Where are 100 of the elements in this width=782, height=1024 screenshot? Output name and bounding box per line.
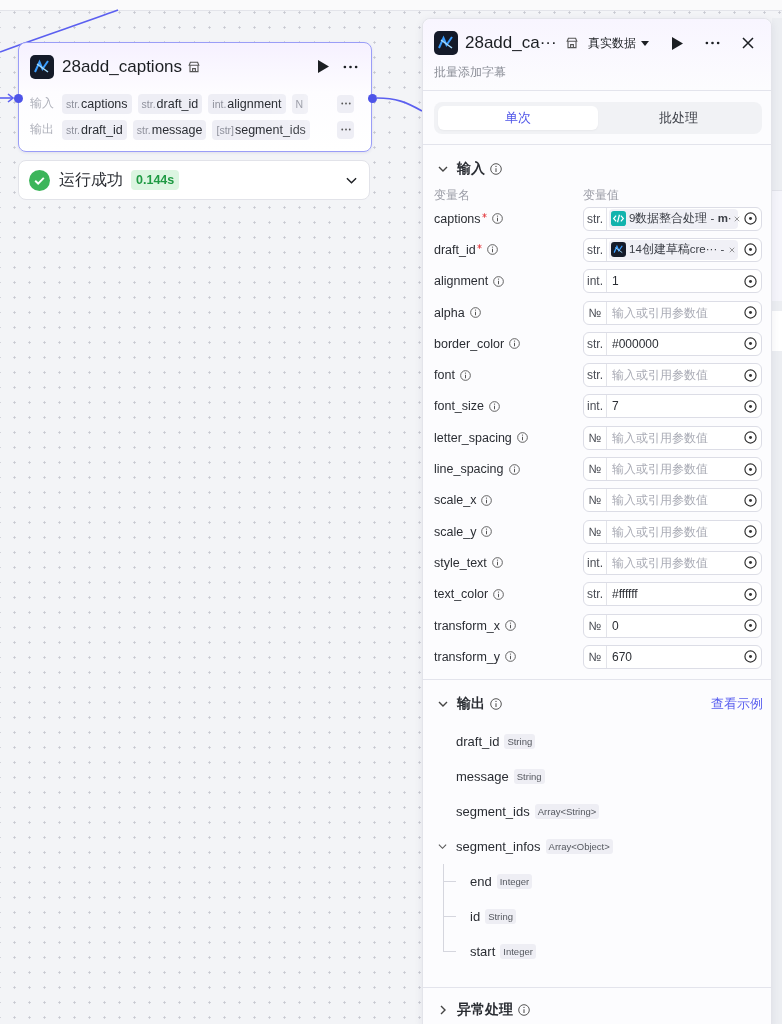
play-icon[interactable] — [672, 36, 683, 50]
info-icon[interactable] — [505, 620, 516, 631]
target-icon[interactable] — [744, 274, 757, 288]
target-icon[interactable] — [744, 212, 757, 226]
param-field[interactable]: str. 9数据整合处理 - m· — [583, 206, 762, 231]
param-field[interactable]: str. 14创建草稿cre··· - — [583, 237, 762, 262]
reference-label: 9数据整合处理 - m· — [629, 211, 732, 227]
type-label: № — [584, 489, 607, 512]
param-field[interactable]: № 0 — [583, 613, 762, 638]
info-icon[interactable] — [489, 400, 501, 412]
target-icon[interactable] — [744, 368, 757, 382]
value-input[interactable]: 输入或引用参数值 — [607, 427, 741, 448]
target-icon[interactable] — [744, 556, 757, 570]
value-input[interactable]: 输入或引用参数值 — [607, 459, 741, 479]
info-icon[interactable] — [516, 432, 528, 444]
value-input[interactable]: 1 — [607, 271, 741, 292]
value-input[interactable]: 7 — [607, 396, 741, 417]
param-name: font — [434, 368, 455, 383]
column-header: 变量值 — [583, 188, 619, 201]
target-icon[interactable] — [744, 306, 757, 320]
play-icon[interactable] — [318, 60, 329, 73]
info-icon[interactable] — [490, 698, 502, 711]
value-input[interactable]: 输入或引用参数值 — [607, 552, 741, 573]
param-field[interactable]: № 输入或引用参数值 — [583, 519, 762, 544]
param-field[interactable]: № 输入或引用参数值 — [583, 300, 762, 325]
info-icon[interactable] — [493, 588, 505, 600]
target-icon[interactable] — [744, 337, 757, 351]
param-field[interactable]: № 670 — [583, 644, 762, 669]
reference-tag[interactable]: 14创建草稿cre··· - — [609, 239, 738, 260]
target-icon[interactable] — [744, 462, 757, 476]
remove-icon[interactable] — [729, 246, 735, 253]
target-icon[interactable] — [744, 493, 757, 507]
mode-tab[interactable]: 单次 — [438, 106, 598, 130]
info-icon[interactable] — [508, 463, 520, 475]
variable-chip: str.message — [132, 119, 207, 140]
param-field[interactable]: № 输入或引用参数值 — [583, 488, 762, 513]
target-icon[interactable] — [744, 525, 757, 539]
info-icon[interactable] — [486, 244, 498, 256]
reference-tag[interactable]: 9数据整合处理 - m· — [609, 208, 738, 229]
target-icon[interactable] — [744, 243, 757, 257]
panel-title: 28add_ca··· — [465, 33, 557, 53]
type-label: int. — [584, 270, 607, 293]
value-input[interactable]: 输入或引用参数值 — [607, 365, 741, 386]
target-icon[interactable] — [744, 619, 757, 632]
target-icon[interactable] — [744, 587, 757, 601]
value-input[interactable]: #ffffff — [607, 584, 741, 605]
target-icon[interactable] — [744, 399, 757, 413]
param-field[interactable]: int. 输入或引用参数值 — [583, 550, 762, 575]
target-icon[interactable] — [744, 431, 757, 445]
param-field[interactable]: str. #ffffff — [583, 582, 762, 607]
value-input[interactable]: 输入或引用参数值 — [607, 521, 741, 542]
info-icon[interactable] — [481, 494, 493, 506]
param-field[interactable]: № 输入或引用参数值 — [583, 457, 762, 481]
info-icon[interactable] — [490, 163, 502, 175]
workflow-node[interactable]: 28add_captions 输入 str.captions str.draft_id int.alignment N 输出 str.draft_id str.message [str]segment_ids — [18, 42, 372, 152]
more-icon[interactable] — [343, 64, 358, 69]
input-port[interactable] — [13, 93, 23, 103]
output-port[interactable] — [367, 93, 377, 103]
remove-icon[interactable] — [733, 215, 740, 222]
variable-chip: str.captions — [62, 93, 132, 114]
param-name: line_spacing — [434, 462, 504, 476]
param-name: scale_y — [434, 524, 477, 539]
target-icon[interactable] — [744, 650, 757, 664]
storefront-icon[interactable] — [565, 37, 578, 49]
variable-chip: str.draft_id — [62, 119, 127, 140]
value-input[interactable]: #000000 — [607, 333, 741, 354]
param-field[interactable]: № 输入或引用参数值 — [583, 425, 762, 450]
value-input[interactable]: 0 — [607, 615, 741, 636]
info-icon[interactable] — [518, 1004, 530, 1017]
type-label: № — [584, 301, 607, 324]
info-icon[interactable] — [481, 526, 493, 538]
param-name: letter_spacing — [434, 430, 512, 445]
more-icon[interactable] — [705, 41, 720, 45]
info-icon[interactable] — [491, 557, 503, 569]
run-status-bar[interactable]: 运行成功 0.144s — [18, 160, 370, 200]
section-toggle[interactable]: 输入 — [434, 160, 485, 178]
info-icon[interactable] — [469, 307, 481, 319]
data-source-dropdown[interactable]: 真实数据 — [587, 34, 649, 52]
value-input[interactable]: 670 — [607, 646, 741, 667]
param-field[interactable]: int. 1 — [583, 269, 762, 294]
param-field[interactable]: str. 输入或引用参数值 — [583, 363, 762, 388]
info-icon[interactable] — [509, 338, 521, 350]
info-icon[interactable] — [493, 275, 505, 287]
value-input[interactable]: 输入或引用参数值 — [607, 490, 741, 511]
section-toggle[interactable]: 异常处理 — [434, 1001, 513, 1020]
value-input[interactable]: 输入或引用参数值 — [607, 302, 741, 323]
param-field[interactable]: int. 7 — [583, 394, 762, 419]
variable-chip: str.draft_id — [137, 93, 203, 114]
param-name: alpha — [434, 305, 465, 320]
info-icon[interactable] — [459, 369, 471, 381]
section-toggle[interactable]: 输出 — [434, 695, 485, 714]
info-icon[interactable] — [505, 651, 516, 663]
param-field[interactable]: str. #000000 — [583, 331, 762, 356]
close-icon[interactable] — [742, 37, 754, 49]
type-label: str. — [584, 583, 607, 606]
type-label: № — [584, 458, 607, 480]
chevron-down-icon[interactable] — [346, 176, 357, 184]
info-icon[interactable] — [491, 213, 503, 225]
mode-tab[interactable]: 批处理 — [598, 106, 758, 130]
example-link[interactable]: 查看示例 — [711, 695, 763, 713]
